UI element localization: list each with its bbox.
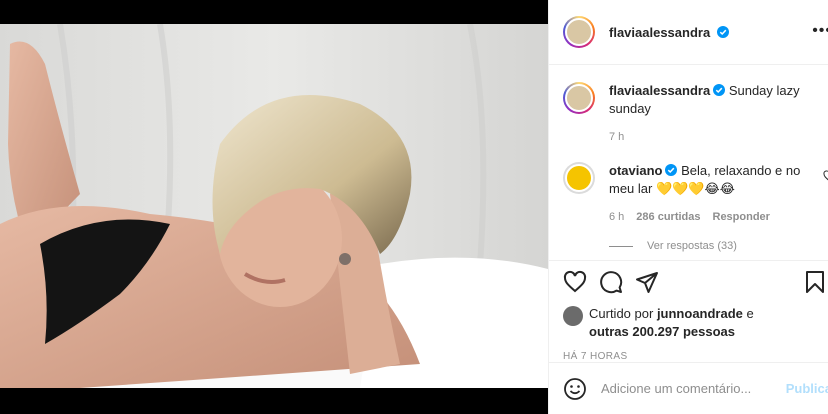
likes-others[interactable]: outras 200.297 pessoas xyxy=(589,324,735,339)
caption-time[interactable]: 7 h xyxy=(609,128,624,146)
verified-badge-icon xyxy=(665,164,678,176)
author-username[interactable]: flaviaalessandra xyxy=(609,25,729,40)
post-header: flaviaalessandra ••• xyxy=(549,0,828,65)
post-sidebar: flaviaalessandra ••• flaviaalessandra Su… xyxy=(548,0,828,414)
caption-author[interactable]: flaviaalessandra xyxy=(609,83,710,98)
post-actions: Curtido por junnoandrade e outras 200.29… xyxy=(549,260,828,362)
liker-avatar[interactable] xyxy=(563,306,583,326)
comment-bubble-icon[interactable] xyxy=(599,270,623,294)
comments-list: flaviaalessandra Sunday lazy sunday 7 h … xyxy=(549,66,828,260)
paper-plane-icon[interactable] xyxy=(635,270,659,294)
post-media[interactable] xyxy=(0,0,548,414)
verified-badge-icon xyxy=(713,84,726,96)
commenter-avatar[interactable] xyxy=(563,162,595,194)
verified-badge-icon xyxy=(716,25,729,38)
caption-author-avatar[interactable] xyxy=(563,82,595,114)
comment-likes[interactable]: 286 curtidas xyxy=(636,208,700,226)
post-photo[interactable] xyxy=(0,24,548,388)
likes-conjunction: e xyxy=(746,306,754,321)
liker-username[interactable]: junnoandrade xyxy=(657,306,743,321)
publish-button[interactable]: Publicar xyxy=(786,381,828,396)
view-replies-button[interactable]: Ver respostas (33) xyxy=(609,240,828,252)
author-avatar[interactable] xyxy=(563,16,595,48)
comment-time[interactable]: 6 h xyxy=(609,208,624,226)
comment-input[interactable]: Adicione um comentário... xyxy=(601,381,751,396)
view-replies-label: Ver respostas (33) xyxy=(647,240,737,252)
more-options-icon[interactable]: ••• xyxy=(812,22,828,40)
replies-divider xyxy=(609,245,633,247)
commenter-username[interactable]: otaviano xyxy=(609,163,662,178)
add-comment-bar: Adicione um comentário... Publicar xyxy=(549,362,828,414)
smiley-icon[interactable] xyxy=(563,377,587,401)
comment-item: otaviano Bela, relaxando e no meu lar 💛💛… xyxy=(549,146,828,226)
comment-like-icon[interactable] xyxy=(823,170,828,182)
likes-summary: Curtido por junnoandrade e outras 200.29… xyxy=(563,305,815,341)
bookmark-icon[interactable] xyxy=(803,270,827,294)
post-timestamp[interactable]: HÁ 7 HORAS xyxy=(563,351,815,362)
likes-prefix: Curtido por xyxy=(589,306,654,321)
reply-button[interactable]: Responder xyxy=(713,208,770,226)
caption-item: flaviaalessandra Sunday lazy sunday 7 h xyxy=(549,66,828,146)
heart-icon[interactable] xyxy=(563,270,587,294)
